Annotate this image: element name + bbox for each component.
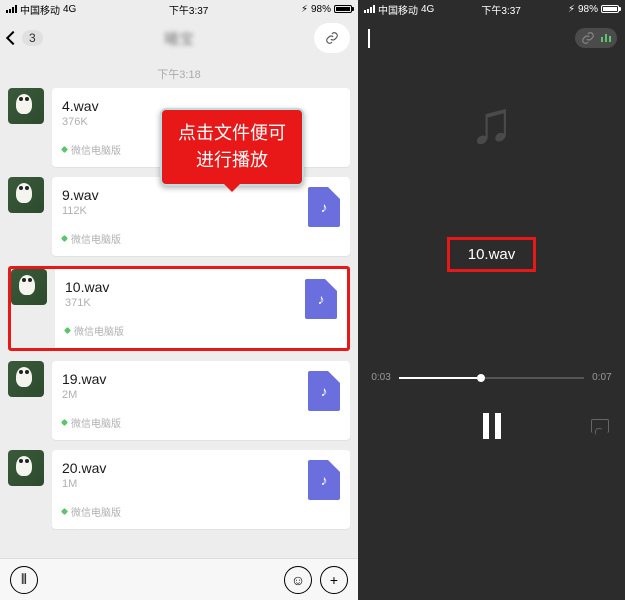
voice-icon: ⦀ xyxy=(21,571,27,588)
input-toolbar: ⦀ ☺ + xyxy=(0,558,358,600)
elapsed-time: 0:03 xyxy=(371,372,390,383)
file-size: 371K xyxy=(65,297,337,309)
file-name: 10.wav xyxy=(65,279,337,295)
progress-slider[interactable] xyxy=(399,377,584,379)
unread-badge: 3 xyxy=(22,30,43,46)
player-screen: 中国移动 4G 下午3:37 ⚡︎ 98% ♫ 10.wav 0:03 xyxy=(358,0,625,600)
music-note-icon: ♫ xyxy=(469,88,514,157)
charging-icon: ⚡︎ xyxy=(568,4,575,15)
player-header xyxy=(358,18,625,58)
equalizer-icon xyxy=(601,34,611,42)
plus-icon: + xyxy=(330,572,338,588)
callout-line: 点击文件便可 xyxy=(178,120,286,147)
plus-button[interactable]: + xyxy=(320,566,348,594)
status-time: 下午3:37 xyxy=(481,2,520,17)
carrier-label: 中国移动 xyxy=(20,2,60,17)
audio-file-icon: ♪ xyxy=(308,460,340,500)
battery-pct: 98% xyxy=(578,4,598,15)
avatar[interactable] xyxy=(8,361,44,397)
status-time: 下午3:37 xyxy=(169,2,208,17)
battery-pct: 98% xyxy=(311,4,331,15)
slider-thumb[interactable] xyxy=(477,374,485,382)
charging-icon: ⚡︎ xyxy=(301,4,308,15)
file-message[interactable]: 9.wav 112K ♪ 微信电脑版 xyxy=(8,177,350,256)
file-source: 微信电脑版 xyxy=(62,504,340,519)
track-highlight: 10.wav xyxy=(447,237,537,272)
avatar[interactable] xyxy=(11,269,47,305)
file-name: 20.wav xyxy=(62,460,340,476)
chevron-left-icon xyxy=(368,29,370,48)
file-message[interactable]: 20.wav 1M ♪ 微信电脑版 xyxy=(8,450,350,529)
link-icon xyxy=(581,31,595,45)
battery-icon xyxy=(601,5,619,13)
audio-file-icon: ♪ xyxy=(305,279,337,319)
signal-icon xyxy=(364,5,375,13)
avatar[interactable] xyxy=(8,450,44,486)
status-bar: 中国移动 4G 下午3:37 ⚡︎ 98% xyxy=(358,0,625,18)
file-message-highlighted[interactable]: 10.wav 371K ♪ 微信电脑版 xyxy=(8,266,350,351)
chat-header: 3 曦宝 xyxy=(0,18,358,58)
smile-icon: ☺ xyxy=(291,572,305,588)
audio-file-icon: ♪ xyxy=(308,187,340,227)
total-time: 0:07 xyxy=(592,372,611,383)
avatar[interactable] xyxy=(8,88,44,124)
file-size: 2M xyxy=(62,389,340,401)
battery-icon xyxy=(334,5,352,13)
back-button[interactable] xyxy=(368,29,370,47)
signal-icon xyxy=(6,5,17,13)
carrier-label: 中国移动 xyxy=(378,2,418,17)
callout-line: 进行播放 xyxy=(178,147,286,174)
airplay-icon[interactable] xyxy=(591,419,609,433)
emoji-button[interactable]: ☺ xyxy=(284,566,312,594)
status-bar: 中国移动 4G 下午3:37 ⚡︎ 98% xyxy=(0,0,358,18)
file-size: 1M xyxy=(62,478,340,490)
voice-button[interactable]: ⦀ xyxy=(10,566,38,594)
back-button[interactable]: 3 xyxy=(8,30,43,46)
chat-screen: 中国移动 4G 下午3:37 ⚡︎ 98% 3 曦宝 下午3:18 xyxy=(0,0,358,600)
file-name: 9.wav xyxy=(62,187,340,203)
share-pill[interactable] xyxy=(575,28,617,48)
share-link-button[interactable] xyxy=(314,23,350,53)
chevron-left-icon xyxy=(6,31,20,45)
file-message[interactable]: 19.wav 2M ♪ 微信电脑版 xyxy=(8,361,350,440)
file-size: 112K xyxy=(62,205,340,217)
network-label: 4G xyxy=(421,4,434,15)
file-name: 19.wav xyxy=(62,371,340,387)
pause-button[interactable] xyxy=(483,413,501,439)
annotation-callout: 点击文件便可 进行播放 xyxy=(160,108,304,186)
avatar[interactable] xyxy=(8,177,44,213)
file-source: 微信电脑版 xyxy=(65,323,337,338)
network-label: 4G xyxy=(63,4,76,15)
progress-row: 0:03 0:07 xyxy=(371,372,611,383)
file-source: 微信电脑版 xyxy=(62,415,340,430)
track-name: 10.wav xyxy=(468,246,516,263)
audio-file-icon: ♪ xyxy=(308,371,340,411)
file-source: 微信电脑版 xyxy=(62,231,340,246)
link-icon xyxy=(325,31,339,45)
chat-title: 曦宝 xyxy=(164,28,194,49)
time-divider: 下午3:18 xyxy=(0,58,358,88)
